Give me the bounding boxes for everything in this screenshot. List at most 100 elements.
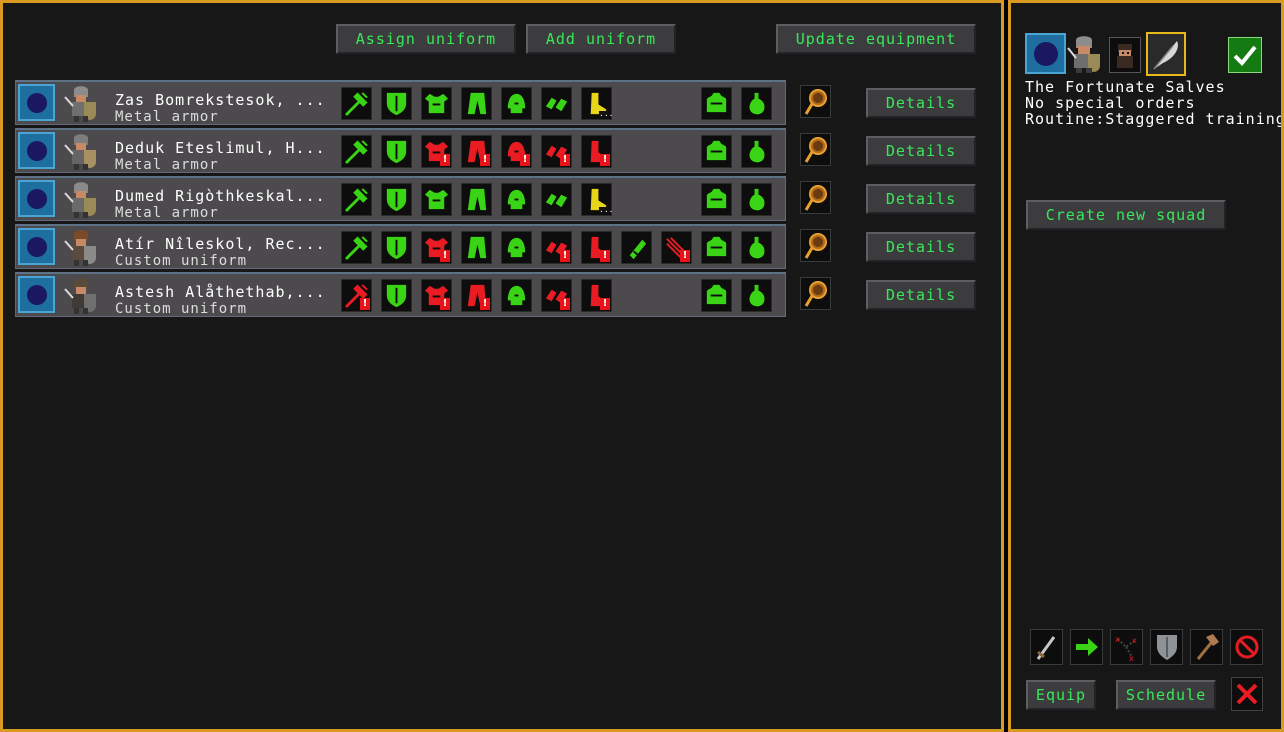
armor-icon[interactable]: !	[421, 279, 452, 312]
dwarf-face-icon[interactable]	[1109, 37, 1141, 73]
warning-icon: !	[600, 298, 610, 310]
weapon-icon[interactable]	[341, 135, 372, 168]
patrol-icon[interactable]: xxx	[1110, 629, 1143, 665]
backpack-icon[interactable]	[701, 135, 732, 168]
create-new-squad-button[interactable]: Create new squad	[1026, 200, 1226, 230]
armor-icon[interactable]: !	[421, 231, 452, 264]
soldier-row[interactable]: Deduk Eteslimul, H... Metal armor!!!!!	[15, 128, 786, 173]
shield-icon[interactable]	[381, 279, 412, 312]
legs-icon[interactable]	[461, 183, 492, 216]
legs-icon[interactable]: !	[461, 279, 492, 312]
armor-icon[interactable]	[421, 183, 452, 216]
helm-icon[interactable]	[501, 279, 532, 312]
warning-icon: !	[440, 298, 450, 310]
squad-emblem-icon	[1033, 41, 1058, 66]
selection-dot-icon	[26, 236, 47, 257]
shield-icon[interactable]	[381, 231, 412, 264]
soldier-name: Dumed Rigòthkeskal...	[115, 187, 326, 205]
assign-uniform-button[interactable]: Assign uniform	[336, 24, 516, 54]
legs-icon[interactable]: !	[461, 135, 492, 168]
backpack-icon[interactable]	[701, 279, 732, 312]
gloves-icon[interactable]	[541, 87, 572, 120]
details-button[interactable]: Details	[866, 184, 976, 214]
soldier-select-button[interactable]	[18, 228, 55, 265]
soldier-select-button[interactable]	[18, 276, 55, 313]
arrow-icon[interactable]	[1070, 629, 1103, 665]
quiver-icon[interactable]	[621, 231, 652, 264]
bolts-icon[interactable]: !	[661, 231, 692, 264]
squad-select-button[interactable]	[1025, 33, 1066, 74]
details-button[interactable]: Details	[866, 88, 976, 118]
quill-icon[interactable]	[1146, 32, 1186, 76]
svg-text:x: x	[1129, 654, 1134, 663]
shield-icon[interactable]	[381, 135, 412, 168]
soldier-select-button[interactable]	[18, 84, 55, 121]
weapon-icon[interactable]: !	[341, 279, 372, 312]
backpack-icon[interactable]	[701, 231, 732, 264]
boots-icon[interactable]: !	[581, 231, 612, 264]
gloves-icon[interactable]	[541, 183, 572, 216]
shield-icon[interactable]	[381, 87, 412, 120]
update-equipment-button[interactable]: Update equipment	[776, 24, 976, 54]
magnifier-icon[interactable]	[800, 181, 831, 214]
soldier-row[interactable]: Zas Bomrekstesok, ... Metal armor...	[15, 80, 786, 125]
warning-icon: !	[600, 250, 610, 262]
gloves-icon[interactable]: !	[541, 135, 572, 168]
soldier-row[interactable]: Atír Nîleskol, Rec... Custom uniform!!!!	[15, 224, 786, 269]
soldier-name: Astesh Alåthethab,...	[115, 283, 326, 301]
boots-icon[interactable]: !	[581, 135, 612, 168]
magnifier-icon[interactable]	[800, 85, 831, 118]
warning-icon: !	[440, 154, 450, 166]
close-icon[interactable]	[1231, 677, 1263, 711]
weapon-icon[interactable]	[341, 231, 372, 264]
soldier-select-button[interactable]	[18, 180, 55, 217]
flask-icon[interactable]	[741, 87, 772, 120]
warning-icon: !	[560, 250, 570, 262]
soldier-uniform: Custom uniform	[115, 253, 248, 269]
soldier-row[interactable]: Astesh Alåthethab,... Custom uniform!!!!!	[15, 272, 786, 317]
shield-icon[interactable]	[381, 183, 412, 216]
magnifier-icon[interactable]	[800, 277, 831, 310]
magnifier-icon[interactable]	[800, 229, 831, 262]
add-uniform-button[interactable]: Add uniform	[526, 24, 676, 54]
helm-icon[interactable]: !	[501, 135, 532, 168]
boots-icon[interactable]: ...	[581, 87, 613, 120]
more-icon: ...	[599, 205, 614, 214]
legs-icon[interactable]	[461, 87, 492, 120]
warning-icon: !	[600, 154, 610, 166]
flask-icon[interactable]	[741, 231, 772, 264]
checkmark-icon[interactable]	[1228, 37, 1262, 73]
boots-icon[interactable]: !	[581, 279, 612, 312]
backpack-icon[interactable]	[701, 183, 732, 216]
soldier-portrait	[64, 230, 96, 266]
legs-icon[interactable]	[461, 231, 492, 264]
defend-icon[interactable]	[1150, 629, 1183, 665]
helm-icon[interactable]	[501, 231, 532, 264]
helm-icon[interactable]	[501, 87, 532, 120]
flask-icon[interactable]	[741, 135, 772, 168]
armor-icon[interactable]	[421, 87, 452, 120]
backpack-icon[interactable]	[701, 87, 732, 120]
hammer-icon[interactable]	[1190, 629, 1223, 665]
flask-icon[interactable]	[741, 279, 772, 312]
warning-icon: !	[520, 154, 530, 166]
weapon-icon[interactable]	[341, 87, 372, 120]
schedule-button[interactable]: Schedule	[1116, 680, 1216, 710]
helm-icon[interactable]	[501, 183, 532, 216]
magnifier-icon[interactable]	[800, 133, 831, 166]
details-button[interactable]: Details	[866, 280, 976, 310]
soldier-select-button[interactable]	[18, 132, 55, 169]
equip-button[interactable]: Equip	[1026, 680, 1096, 710]
flask-icon[interactable]	[741, 183, 772, 216]
cancel-icon[interactable]	[1230, 629, 1263, 665]
gloves-icon[interactable]: !	[541, 231, 572, 264]
sword-icon[interactable]	[1030, 629, 1063, 665]
details-button[interactable]: Details	[866, 136, 976, 166]
gloves-icon[interactable]: !	[541, 279, 572, 312]
armor-icon[interactable]: !	[421, 135, 452, 168]
soldier-uniform: Metal armor	[115, 109, 219, 125]
details-button[interactable]: Details	[866, 232, 976, 262]
weapon-icon[interactable]	[341, 183, 372, 216]
soldier-row[interactable]: Dumed Rigòthkeskal... Metal armor...	[15, 176, 786, 221]
boots-icon[interactable]: ...	[581, 183, 614, 216]
